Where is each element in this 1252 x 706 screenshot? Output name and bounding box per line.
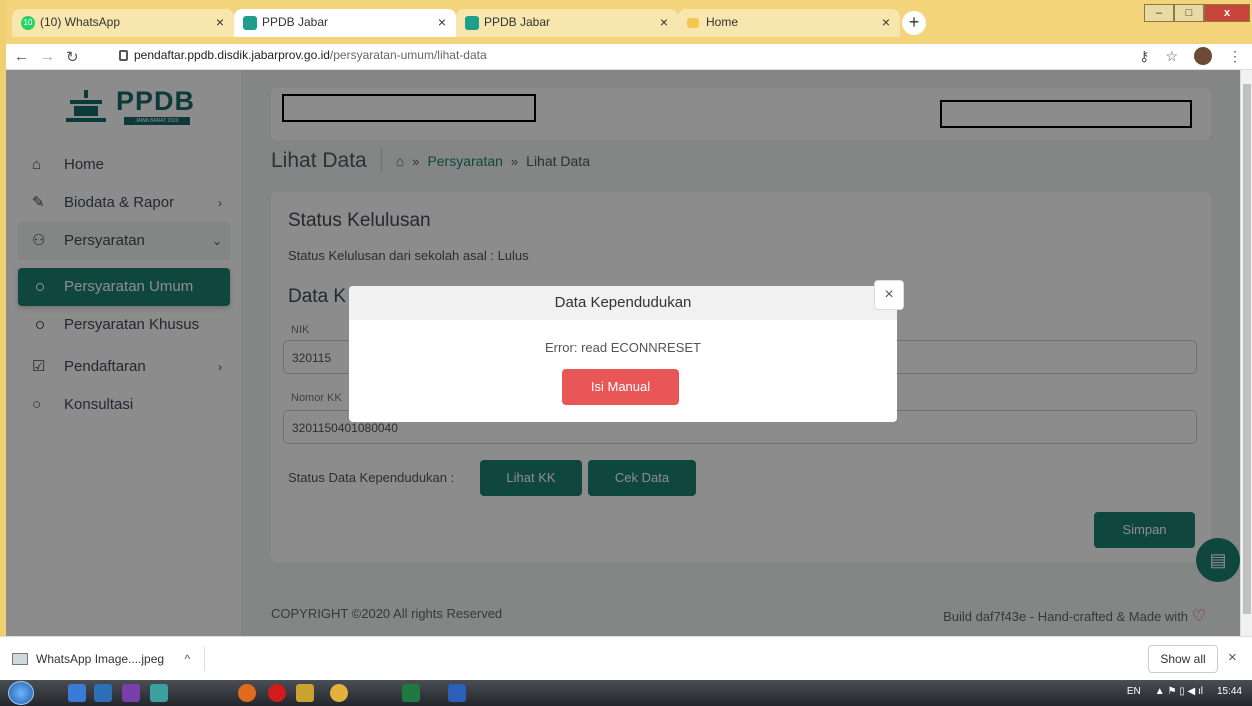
app-icon[interactable] — [150, 684, 168, 702]
download-item[interactable]: WhatsApp Image....jpeg ^ — [10, 647, 206, 671]
app-icon[interactable] — [94, 684, 112, 702]
language-indicator[interactable]: EN — [1127, 686, 1141, 697]
reload-icon[interactable]: ↻ — [66, 48, 79, 66]
window-controls: – □ x — [1144, 4, 1250, 22]
close-tab-icon[interactable]: × — [438, 14, 446, 30]
isi-manual-button[interactable]: Isi Manual — [562, 369, 679, 405]
lock-icon — [119, 50, 128, 61]
opera-icon[interactable] — [268, 684, 286, 702]
chevron-up-icon[interactable]: ^ — [184, 647, 190, 671]
new-tab-button[interactable]: + — [902, 11, 926, 35]
page-viewport: PPDB JAWA BARAT 2020 ⌂ Home ✎ Biodata & … — [6, 70, 1240, 636]
system-tray: EN ▲ ⚑ ▯ ◀ ıl 15:44 — [1127, 686, 1242, 697]
tab-title: Home — [706, 15, 739, 29]
ppdb-favicon-icon — [465, 16, 479, 30]
whatsapp-icon: 10 — [21, 16, 35, 30]
explorer-icon[interactable] — [68, 684, 86, 702]
close-tab-icon[interactable]: × — [882, 14, 890, 30]
tab-ppdb-active[interactable]: PPDB Jabar × — [234, 9, 456, 37]
tab-strip: 10 (10) WhatsApp × PPDB Jabar × PPDB Jab… — [6, 0, 1252, 44]
back-arrow-icon[interactable]: ← — [14, 48, 29, 65]
chrome-icon[interactable] — [330, 684, 348, 702]
taskbar: EN ▲ ⚑ ▯ ◀ ıl 15:44 — [0, 680, 1252, 706]
folder-icon — [687, 18, 699, 28]
tab-home[interactable]: Home × — [678, 9, 900, 37]
start-button[interactable] — [8, 681, 34, 705]
close-tab-icon[interactable]: × — [216, 14, 224, 30]
firefox-icon[interactable] — [238, 684, 256, 702]
address-bar-row: ← → ↻ pendaftar.ppdb.disdik.jabarprov.go… — [6, 44, 1252, 70]
minimize-button[interactable]: – — [1144, 4, 1174, 22]
tab-title: PPDB Jabar — [262, 15, 329, 29]
app-icon[interactable] — [122, 684, 140, 702]
scrollbar[interactable] — [1240, 70, 1252, 636]
modal-error-text: Error: read ECONNRESET — [544, 340, 702, 355]
close-window-button[interactable]: x — [1204, 4, 1250, 22]
tab-title: PPDB Jabar — [484, 15, 551, 29]
show-all-button[interactable]: Show all — [1148, 645, 1218, 673]
tab-ppdb[interactable]: PPDB Jabar × — [456, 9, 678, 37]
ppdb-favicon-icon — [243, 16, 257, 30]
downloads-bar: WhatsApp Image....jpeg ^ Show all × — [0, 636, 1252, 680]
url-path: /persyaratan-umum/lihat-data — [329, 48, 487, 62]
url-host: pendaftar.ppdb.disdik.jabarprov.go.id — [134, 48, 330, 62]
close-downloads-icon[interactable]: × — [1228, 649, 1237, 666]
data-kependudukan-modal: Data Kependudukan Error: read ECONNRESET… — [349, 286, 897, 422]
modal-title: Data Kependudukan — [349, 286, 897, 320]
scrollbar-thumb[interactable] — [1243, 84, 1251, 614]
address-bar[interactable]: pendaftar.ppdb.disdik.jabarprov.go.id/pe… — [116, 48, 1116, 68]
menu-dots-icon[interactable]: ⋮ — [1228, 48, 1242, 65]
tray-icons[interactable]: ▲ ⚑ ▯ ◀ ıl — [1155, 686, 1203, 697]
app-icon[interactable] — [296, 684, 314, 702]
key-icon[interactable]: ⚷ — [1139, 48, 1149, 65]
tab-title: (10) WhatsApp — [40, 15, 121, 29]
modal-close-button[interactable]: × — [874, 280, 904, 310]
word-icon[interactable] — [448, 684, 466, 702]
download-filename: WhatsApp Image....jpeg — [36, 652, 165, 666]
clock[interactable]: 15:44 — [1217, 686, 1242, 697]
excel-icon[interactable] — [402, 684, 420, 702]
close-tab-icon[interactable]: × — [660, 14, 668, 30]
maximize-button[interactable]: □ — [1174, 4, 1204, 22]
avatar[interactable] — [1194, 47, 1212, 65]
browser-window: 10 (10) WhatsApp × PPDB Jabar × PPDB Jab… — [0, 0, 1252, 706]
forward-arrow-icon[interactable]: → — [40, 48, 55, 65]
image-file-icon — [12, 653, 28, 665]
tab-whatsapp[interactable]: 10 (10) WhatsApp × — [12, 9, 234, 37]
star-icon[interactable]: ☆ — [1165, 48, 1178, 65]
